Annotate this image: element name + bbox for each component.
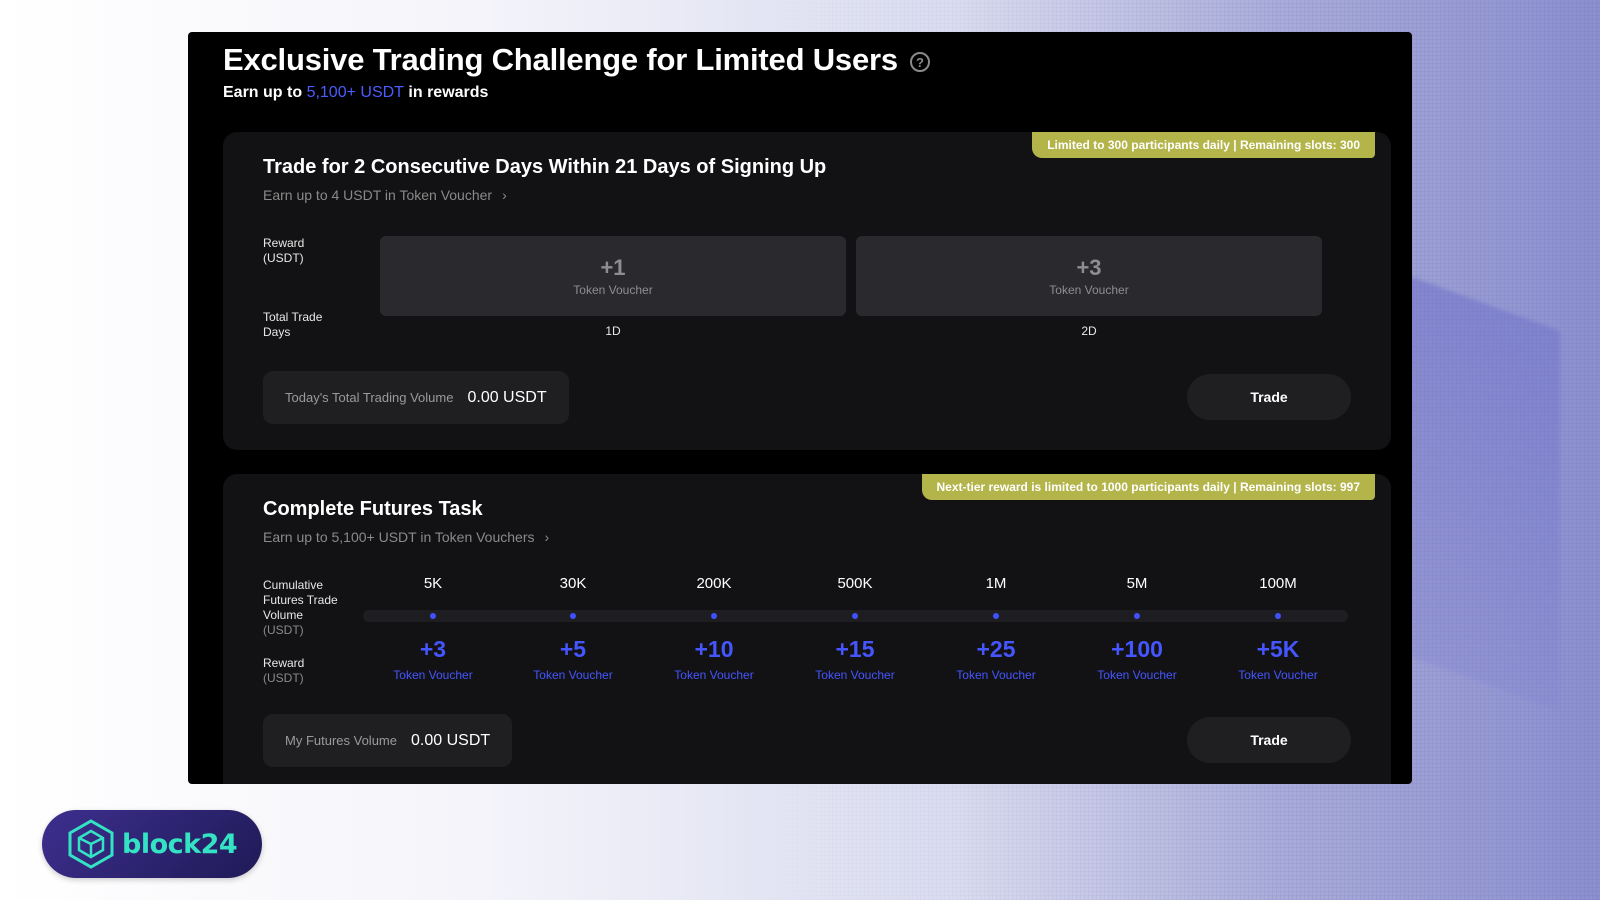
card-subtitle: Earn up to 4 USDT in Token Voucher <box>263 187 493 203</box>
futures-volume-box: My Futures Volume 0.00 USDT <box>263 714 513 767</box>
tier-reward: +5 <box>559 636 587 662</box>
card-subtitle: Earn up to 5,100+ USDT in Token Vouchers <box>263 529 535 545</box>
logo-wordmark: block24 <box>122 828 238 860</box>
tier-volume: 30K <box>559 575 587 592</box>
volume-label-line: Volume <box>263 608 304 622</box>
page-subtitle: Earn up to 5,100+ USDT in rewards <box>223 84 488 102</box>
tier-reward: +15 <box>835 636 875 662</box>
reward-type: Token Voucher <box>573 283 653 297</box>
slots-badge: Limited to 300 participants daily | Rema… <box>1032 132 1375 158</box>
tier-dot <box>1134 613 1140 619</box>
trade-button[interactable]: Trade <box>1187 717 1351 763</box>
reward-amount: +1 <box>600 255 626 280</box>
tier-reward-label: Token Voucher <box>393 668 473 682</box>
card-title: Trade for 2 Consecutive Days Within 21 D… <box>263 156 827 178</box>
tier-dot <box>993 613 999 619</box>
tier-progress: 5K +3 Token Voucher 30K +5 Token Voucher… <box>363 574 1348 689</box>
volume-label: Today's Total Trading Volume <box>285 390 454 405</box>
reward-box-1d: +1 Token Voucher <box>380 236 846 316</box>
title-row: Exclusive Trading Challenge for Limited … <box>223 42 930 78</box>
tier-dot <box>570 613 576 619</box>
tier-volume: 1M <box>985 575 1007 592</box>
reward-label-line: Reward <box>263 236 305 250</box>
tier-reward: +3 <box>419 636 447 662</box>
tier-reward-label: Token Voucher <box>815 668 895 682</box>
volume-label-line: Cumulative <box>263 578 324 592</box>
tier-500k: 500K +15 Token Voucher <box>785 574 925 682</box>
tier-reward-label: Token Voucher <box>674 668 754 682</box>
day-label: 1D <box>605 324 621 338</box>
tier-30k: 30K +5 Token Voucher <box>503 574 643 682</box>
challenge-panel: Exclusive Trading Challenge for Limited … <box>188 32 1412 784</box>
volume-value: 0.00 USDT <box>467 388 547 406</box>
todays-volume-box: Today's Total Trading Volume 0.00 USDT <box>263 371 569 424</box>
tier-volume: 200K <box>696 575 732 592</box>
tier-dot <box>430 613 436 619</box>
tier-reward-label: Token Voucher <box>533 668 613 682</box>
reward-type: Token Voucher <box>1049 283 1129 297</box>
tier-dot <box>1275 613 1281 619</box>
cube-logo-icon <box>68 819 114 869</box>
tier-reward: +100 <box>1111 636 1163 662</box>
tier-reward: +10 <box>694 636 734 662</box>
tier-1m: 1M +25 Token Voucher <box>926 574 1066 682</box>
futures-task-card: Next-tier reward is limited to 1000 part… <box>223 474 1391 784</box>
chevron-right-icon: › <box>502 187 507 203</box>
card-subtitle-link[interactable]: Earn up to 4 USDT in Token Voucher › <box>263 187 507 203</box>
reward-row-label: Reward (USDT) <box>263 236 304 266</box>
subtitle-accent: 5,100+ USDT <box>306 84 404 101</box>
next-tier-badge: Next-tier reward is limited to 1000 part… <box>921 474 1375 500</box>
volume-label: My Futures Volume <box>285 733 397 748</box>
reward-label-line: Reward <box>263 656 305 670</box>
reward-amount: +3 <box>1076 255 1102 280</box>
tier-5k: 5K +3 Token Voucher <box>363 574 503 682</box>
reward-label-unit: (USDT) <box>263 251 304 265</box>
tier-dot <box>711 613 717 619</box>
days-label-line: Days <box>263 325 291 339</box>
page-title: Exclusive Trading Challenge for Limited … <box>223 42 898 77</box>
volume-row-label: Cumulative Futures Trade Volume (USDT) <box>263 578 338 638</box>
volume-value: 0.00 USDT <box>411 731 491 749</box>
subtitle-suffix: in rewards <box>403 84 489 101</box>
volume-label-unit: (USDT) <box>263 623 304 637</box>
tier-reward: +25 <box>976 636 1016 662</box>
tier-reward-label: Token Voucher <box>956 668 1036 682</box>
tier-volume: 5K <box>423 575 443 592</box>
tier-volume: 5M <box>1126 575 1148 592</box>
tier-dot <box>852 613 858 619</box>
reward-box-2d: +3 Token Voucher <box>856 236 1322 316</box>
tier-5m: 5M +100 Token Voucher <box>1067 574 1207 682</box>
tier-volume: 100M <box>1259 575 1297 592</box>
help-icon[interactable]: ? <box>909 52 930 72</box>
consecutive-days-card: Limited to 300 participants daily | Rema… <box>223 132 1391 450</box>
days-row-label: Total Trade Days <box>263 310 322 340</box>
block24-logo: block24 <box>42 810 262 878</box>
background-shape <box>1390 269 1560 711</box>
tier-100m: 100M +5K Token Voucher <box>1208 574 1348 682</box>
chevron-right-icon: › <box>544 529 550 545</box>
trade-button[interactable]: Trade <box>1187 374 1351 420</box>
subtitle-prefix: Earn up to <box>223 84 307 101</box>
tier-200k: 200K +10 Token Voucher <box>644 574 784 682</box>
card-subtitle-link[interactable]: Earn up to 5,100+ USDT in Token Vouchers… <box>263 529 549 545</box>
day-label: 2D <box>1081 324 1097 338</box>
tier-reward-label: Token Voucher <box>1238 668 1318 682</box>
reward-row-label: Reward (USDT) <box>263 656 304 686</box>
days-label-line: Total Trade <box>263 310 323 324</box>
tier-reward: +5K <box>1256 636 1300 662</box>
card-title: Complete Futures Task <box>263 498 483 520</box>
volume-label-line: Futures Trade <box>263 593 338 607</box>
tier-volume: 500K <box>837 575 873 592</box>
reward-label-unit: (USDT) <box>263 671 304 685</box>
tier-reward-label: Token Voucher <box>1097 668 1177 682</box>
